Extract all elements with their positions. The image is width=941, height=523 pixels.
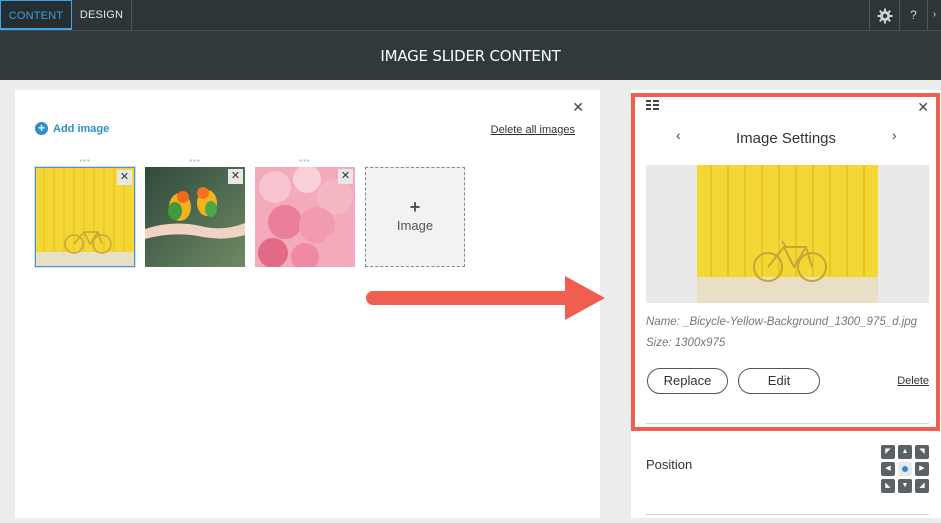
divider xyxy=(646,423,929,424)
add-image-tile-label: Image xyxy=(396,218,434,233)
drag-handle-icon[interactable]: ▪▪▪ xyxy=(255,157,355,165)
chevron-right-icon[interactable]: › xyxy=(892,127,897,143)
gear-icon[interactable] xyxy=(869,0,899,30)
position-top-left-button[interactable]: ◤ xyxy=(881,445,895,459)
image-thumbnail-balloons[interactable]: ✕ xyxy=(255,167,355,267)
drag-handle-icon[interactable]: ▪▪▪ xyxy=(35,157,135,165)
position-top-button[interactable]: ▲ xyxy=(898,445,912,459)
position-bottom-button[interactable]: ▼ xyxy=(898,479,912,493)
add-image-tile[interactable]: + Image xyxy=(365,167,465,267)
top-tab-bar: CONTENT DESIGN ? › xyxy=(0,0,941,30)
close-icon[interactable]: ✕ xyxy=(572,100,584,114)
position-grid: ◤ ▲ ◥ ◀ ▶ ◣ ▼ ◢ xyxy=(881,445,929,493)
image-size-text: Size: 1300x975 xyxy=(646,337,726,349)
help-icon[interactable]: ? xyxy=(899,0,927,30)
delete-all-images-link[interactable]: Delete all images xyxy=(491,124,575,136)
add-image-button[interactable]: + Add image xyxy=(35,122,109,135)
position-top-right-button[interactable]: ◥ xyxy=(915,445,929,459)
position-left-button[interactable]: ◀ xyxy=(881,462,895,476)
edit-button[interactable]: Edit xyxy=(738,368,820,394)
image-thumbnail-bicycle[interactable]: ✕ xyxy=(35,167,135,267)
tab-design[interactable]: DESIGN xyxy=(72,0,132,30)
remove-image-icon[interactable]: ✕ xyxy=(338,169,353,184)
image-thumbnail-parrots[interactable]: ✕ xyxy=(145,167,245,267)
image-name-text: Name: _Bicycle-Yellow-Background_1300_97… xyxy=(646,316,918,328)
page-title: IMAGE SLIDER CONTENT xyxy=(380,47,561,65)
remove-image-icon[interactable]: ✕ xyxy=(117,170,132,185)
tab-content[interactable]: CONTENT xyxy=(0,0,72,30)
plus-icon: + xyxy=(409,197,421,217)
image-settings-panel: ✕ ‹ Image Settings › Name: _Bicycle-Yell… xyxy=(631,90,941,518)
drag-handle-icon[interactable]: ▪▪▪ xyxy=(145,157,245,165)
chevron-icon[interactable]: › xyxy=(927,0,941,30)
position-bottom-right-button[interactable]: ◢ xyxy=(915,479,929,493)
position-label: Position xyxy=(646,457,693,472)
plus-circle-icon: + xyxy=(35,122,48,135)
header-bar: IMAGE SLIDER CONTENT xyxy=(0,30,941,80)
delete-image-link[interactable]: Delete xyxy=(897,375,929,387)
position-center-button[interactable] xyxy=(898,462,912,476)
divider xyxy=(646,514,929,515)
position-bottom-left-button[interactable]: ◣ xyxy=(881,479,895,493)
add-image-label: Add image xyxy=(53,122,110,135)
replace-button[interactable]: Replace xyxy=(647,368,728,394)
remove-image-icon[interactable]: ✕ xyxy=(228,169,243,184)
list-menu-icon[interactable] xyxy=(646,100,659,110)
close-icon[interactable]: ✕ xyxy=(917,100,929,114)
image-preview xyxy=(646,165,929,303)
position-right-button[interactable]: ▶ xyxy=(915,462,929,476)
annotation-arrow xyxy=(366,276,605,320)
